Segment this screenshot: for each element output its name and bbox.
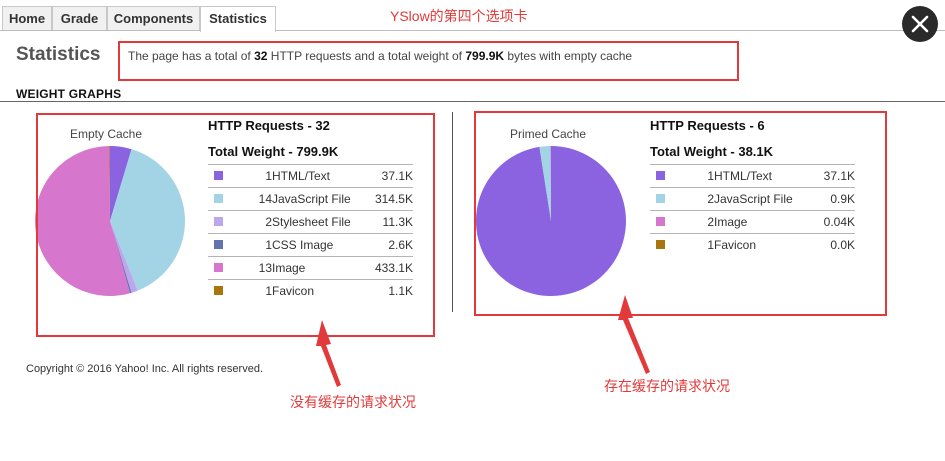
- tab-home[interactable]: Home: [2, 6, 52, 30]
- tab-grade[interactable]: Grade: [52, 6, 107, 30]
- tab-statistics[interactable]: Statistics: [200, 6, 276, 32]
- annotation-left-note: 没有缓存的请求状况: [290, 394, 416, 410]
- copyright-footer: Copyright © 2016 Yahoo! Inc. All rights …: [26, 363, 263, 375]
- close-button[interactable]: [902, 6, 938, 42]
- annotation-right-note: 存在缓存的请求状况: [604, 378, 730, 394]
- section-title: WEIGHT GRAPHS: [16, 87, 122, 101]
- annotation-empty-cache-box: [36, 113, 435, 337]
- section-divider: [0, 101, 945, 102]
- panel-divider: [452, 112, 453, 312]
- page-title: Statistics: [16, 44, 101, 65]
- tab-components[interactable]: Components: [107, 6, 200, 30]
- annotation-primed-cache-box: [474, 111, 887, 316]
- annotation-summary-box: [118, 41, 739, 81]
- close-icon: [911, 15, 929, 33]
- annotation-top-note: YSlow的第四个选项卡: [390, 8, 528, 24]
